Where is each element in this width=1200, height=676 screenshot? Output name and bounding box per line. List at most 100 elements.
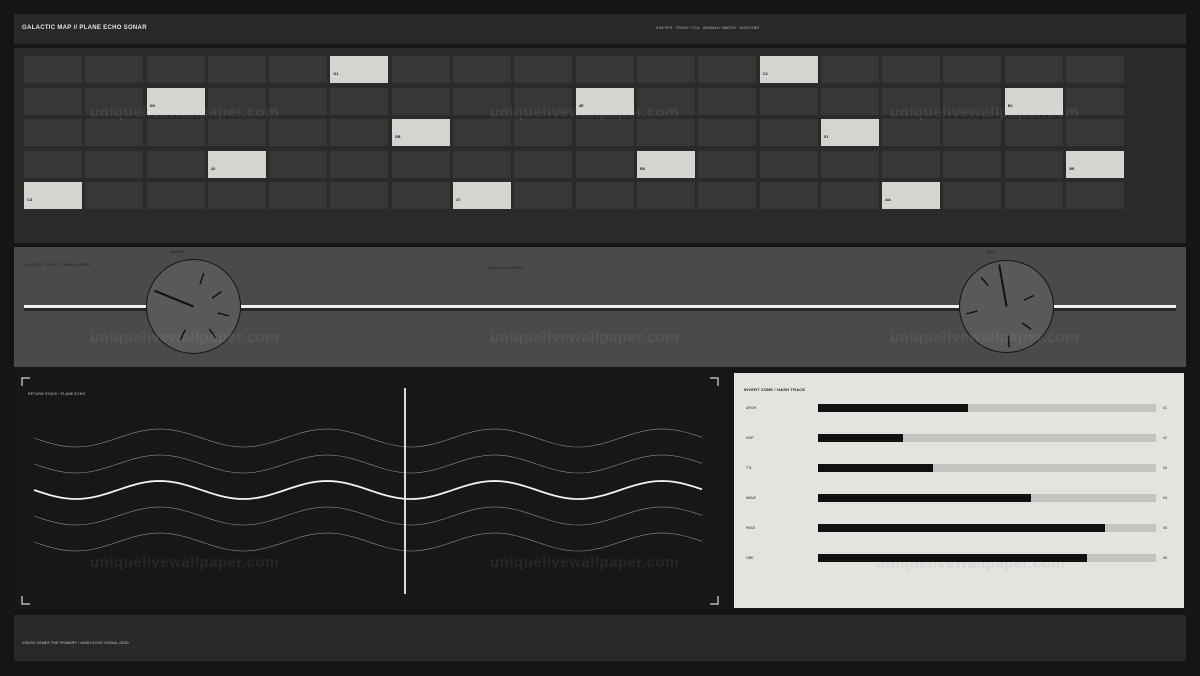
grid-cell (85, 56, 144, 83)
corner-bracket (710, 377, 719, 386)
grid-cell-lit: C2 (759, 56, 818, 83)
bar-track (818, 434, 1156, 442)
grid-cell (882, 56, 941, 83)
secondary-wave (33, 506, 703, 526)
header-bar: GALACTIC MAP // PLANE ECHO SONAR 3.88 PP… (14, 14, 1186, 44)
page-title: GALACTIC MAP // PLANE ECHO SONAR (22, 25, 147, 31)
bar-row: WAVE 04 (734, 494, 1184, 504)
primary-wave (33, 480, 703, 500)
grid-cell (943, 56, 1002, 83)
bar-value: 01 (1163, 406, 1167, 410)
grid-cell (269, 150, 328, 178)
cell-grid: D1 C2 D9 4E B1 DB 51 42 B0 3B C4 27 AA (24, 56, 1125, 209)
bar-row: ARGH 01 (734, 404, 1184, 414)
cell-code: D9 (149, 102, 155, 108)
grid-cell (698, 182, 757, 209)
bar-track (818, 554, 1156, 562)
dial-face (154, 272, 230, 341)
corner-bracket (710, 596, 719, 605)
grid-cell (636, 87, 695, 115)
bar-label: PASS (746, 526, 756, 530)
grid-cell (514, 56, 573, 83)
bar-fill (818, 404, 969, 412)
grid-cell-lit: 51 (820, 119, 879, 146)
grid-cell (943, 87, 1002, 115)
grid-cell-lit: B1 (1004, 87, 1063, 115)
grid-cell (1004, 150, 1063, 178)
grid-cell (85, 182, 144, 209)
grid-cell (391, 150, 450, 178)
grid-cell (453, 56, 512, 83)
grid-cell (453, 87, 512, 115)
grid-cell (24, 56, 82, 83)
grid-cell (943, 119, 1002, 146)
cell-code: C4 (27, 197, 33, 202)
grid-cell (1004, 119, 1063, 146)
wave-lines (33, 428, 703, 552)
grid-cell (1066, 182, 1125, 209)
grid-cell (575, 56, 634, 83)
grid-cell (882, 119, 941, 146)
cell-code: D1 (333, 71, 339, 76)
bar-fill (818, 554, 1087, 562)
bar-track (818, 464, 1156, 472)
watermark: uniquelivewallpaper.com (490, 329, 680, 346)
grid-cell (575, 119, 634, 146)
grid-cell (207, 119, 266, 146)
grid-cell (698, 150, 757, 178)
bar-row: TTL 03 (734, 464, 1184, 474)
grid-cell (330, 182, 389, 209)
cell-code: DB (394, 134, 401, 139)
grid-cell-lit: D9 (146, 87, 205, 115)
cell-code: C2 (762, 71, 768, 76)
wave-graphic (21, 377, 719, 605)
grid-cell (698, 87, 757, 115)
bar-track (818, 404, 1156, 412)
grid-cell (85, 119, 144, 146)
source-dial (146, 259, 241, 354)
bar-value: 03 (1163, 466, 1167, 470)
grid-cell-lit: DB (391, 119, 450, 146)
bar-fill (818, 464, 933, 472)
grid-cell-lit: AA (882, 182, 941, 209)
galactic-grid-panel: D1C2D94EB1DB5142B03BC427AA uniquelivewal… (14, 48, 1186, 243)
grid-cell (759, 87, 818, 115)
timeline-panel: GALACTIC TYLINE / TYING MARKER SIGNAL SE… (14, 247, 1186, 367)
corner-bracket (21, 377, 30, 386)
bar-value: 06 (1163, 556, 1167, 560)
bar-fill (818, 434, 904, 442)
secondary-wave (33, 428, 703, 448)
grid-cell (146, 56, 205, 83)
grid-cell (759, 150, 818, 178)
grid-cell (882, 150, 941, 178)
wave-panel: RETURN STACK / PLANE ECHO uniquelivewall… (14, 372, 726, 610)
grid-cell (269, 56, 328, 83)
grid-cell (1004, 182, 1063, 209)
bar-fill (818, 494, 1031, 502)
grid-cell-lit: 4E (575, 87, 634, 115)
grid-cell (636, 182, 695, 209)
grid-cell-lit: C4 (24, 182, 82, 209)
timeline-label: GALACTIC TYLINE / TYING MARKER (24, 263, 91, 267)
grid-cell (1066, 56, 1125, 83)
grid-cell (391, 56, 450, 83)
grid-cell (330, 150, 389, 178)
grid-cell (269, 119, 328, 146)
bar-value: 02 (1163, 436, 1167, 440)
cell-code: B0 (639, 165, 646, 171)
bar-fill (818, 524, 1105, 532)
grid-cell-lit: 27 (453, 182, 512, 209)
secondary-wave (33, 454, 703, 474)
grid-cell (24, 87, 82, 115)
grid-cell (207, 182, 266, 209)
bar-track (818, 524, 1156, 532)
cell-code: 27 (456, 197, 461, 202)
grid-cell (575, 150, 634, 178)
grid-cell (698, 119, 757, 146)
cell-code: AA (885, 197, 891, 202)
cell-code: B1 (1007, 102, 1013, 108)
grid-cell (24, 119, 82, 146)
grid-cell (820, 56, 879, 83)
grid-cell (453, 119, 512, 146)
grid-cell (943, 150, 1002, 178)
